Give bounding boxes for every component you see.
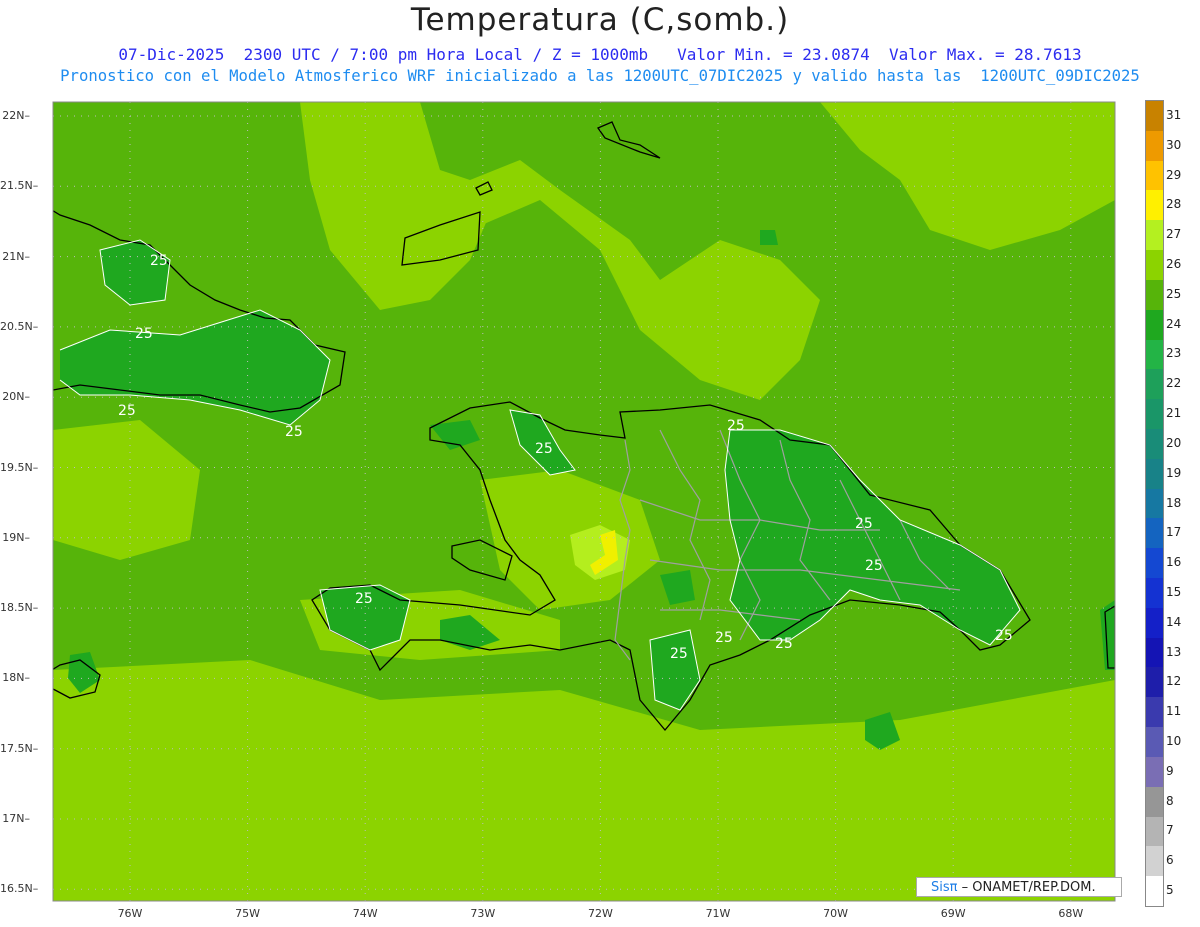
legend-swatch	[1146, 727, 1163, 758]
legend-label: 30	[1166, 137, 1182, 152]
contour-label: 25	[775, 636, 793, 652]
legend-label: 24	[1166, 316, 1182, 331]
legend-swatch	[1146, 607, 1163, 639]
legend-swatch	[1146, 458, 1163, 490]
lat-label: 18N–	[2, 671, 30, 685]
contour-label: 25	[135, 326, 153, 342]
legend-swatch	[1146, 339, 1163, 370]
legend-label: 12	[1166, 674, 1182, 689]
legend-label: 14	[1166, 614, 1182, 629]
legend-swatch	[1146, 816, 1163, 847]
legend-label: 9	[1166, 763, 1174, 778]
legend-swatch	[1146, 637, 1163, 668]
lon-label: 69W	[940, 907, 966, 920]
legend-swatch	[1146, 697, 1163, 728]
legend-label: 16	[1166, 555, 1182, 570]
legend-swatch	[1146, 309, 1163, 341]
legend-label: 19	[1166, 465, 1182, 480]
lat-label: 16.5N–	[0, 882, 39, 896]
lat-label: 17.5N–	[0, 741, 39, 755]
credit-box: Sisπ – ONAMET/REP.DOM.	[916, 877, 1122, 897]
lon-label: 76W	[117, 907, 143, 920]
legend-swatch	[1146, 876, 1163, 907]
legend-label: 31	[1166, 107, 1182, 122]
legend-label: 25	[1166, 286, 1182, 301]
lon-label: 70W	[823, 907, 849, 920]
legend-swatch	[1146, 250, 1163, 281]
contour-label: 25	[535, 441, 553, 457]
legend-swatch	[1146, 369, 1163, 400]
lat-label: 18.5N–	[0, 601, 39, 615]
lat-label: 19.5N–	[0, 460, 39, 474]
legend-label: 29	[1166, 167, 1182, 182]
contour-label: 25	[670, 646, 688, 662]
contour-label: 25	[865, 558, 883, 574]
legend-label: 18	[1166, 495, 1182, 510]
contour-label: 25	[118, 403, 136, 419]
legend-swatch	[1146, 518, 1163, 549]
legend-label: 10	[1166, 734, 1182, 749]
lon-label: 74W	[352, 907, 378, 920]
legend-swatch	[1146, 667, 1163, 698]
legend-swatch	[1146, 399, 1163, 430]
lon-label: 73W	[470, 907, 496, 920]
legend-label: 15	[1166, 584, 1182, 599]
lat-label: 22N–	[2, 109, 30, 122]
legend-label: 21	[1166, 406, 1182, 421]
lat-label: 20N–	[2, 390, 30, 404]
lon-label: 72W	[587, 907, 613, 920]
legend-swatch	[1146, 786, 1163, 818]
legend-swatch	[1146, 428, 1163, 460]
cool-zone-bahamas	[760, 230, 778, 245]
legend-label: 8	[1166, 793, 1174, 808]
contour-label: 25	[855, 516, 873, 532]
legend-label: 17	[1166, 525, 1182, 540]
legend-swatch	[1146, 130, 1163, 162]
legend-swatch	[1146, 101, 1163, 132]
color-legend	[1145, 100, 1164, 907]
legend-swatch	[1146, 220, 1163, 251]
legend-label: 6	[1166, 853, 1174, 868]
legend-swatch	[1146, 578, 1163, 609]
legend-swatch	[1146, 756, 1163, 788]
legend-label: 7	[1166, 823, 1174, 838]
temperature-map: 25 25 25 25 25 25 25 25 25 25 25 25 25	[52, 101, 1116, 902]
lat-label: 17N–	[2, 812, 30, 825]
legend-swatch	[1146, 160, 1163, 191]
legend-label: 23	[1166, 346, 1182, 361]
credit-text: – ONAMET/REP.DOM.	[961, 880, 1096, 895]
legend-swatch	[1146, 488, 1163, 519]
legend-label: 22	[1166, 376, 1182, 391]
legend-label: 28	[1166, 197, 1182, 212]
legend-swatch	[1146, 190, 1163, 221]
lon-label: 71W	[705, 907, 731, 920]
lon-label: 68W	[1058, 907, 1084, 920]
legend-swatch	[1146, 548, 1163, 579]
lat-label: 20.5N–	[0, 319, 39, 333]
legend-label: 13	[1166, 644, 1182, 659]
legend-swatch	[1146, 279, 1163, 311]
contour-label: 25	[715, 630, 733, 646]
contour-label: 25	[150, 253, 168, 269]
legend-label: 11	[1166, 704, 1182, 719]
legend-swatch	[1146, 846, 1163, 877]
lat-label: 21N–	[2, 249, 30, 263]
legend-label: 20	[1166, 435, 1182, 450]
contour-label: 25	[355, 591, 373, 607]
legend-label: 5	[1166, 883, 1174, 898]
sispi-logo: Sisπ	[931, 880, 958, 895]
legend-label: 27	[1166, 227, 1182, 242]
lat-label: 19N–	[2, 530, 30, 544]
contour-label: 25	[285, 424, 303, 440]
lat-label: 21.5N–	[0, 179, 39, 193]
contour-label: 25	[727, 418, 745, 434]
legend-label: 26	[1166, 256, 1182, 271]
lon-label: 75W	[235, 907, 261, 920]
contour-label: 25	[995, 628, 1013, 644]
